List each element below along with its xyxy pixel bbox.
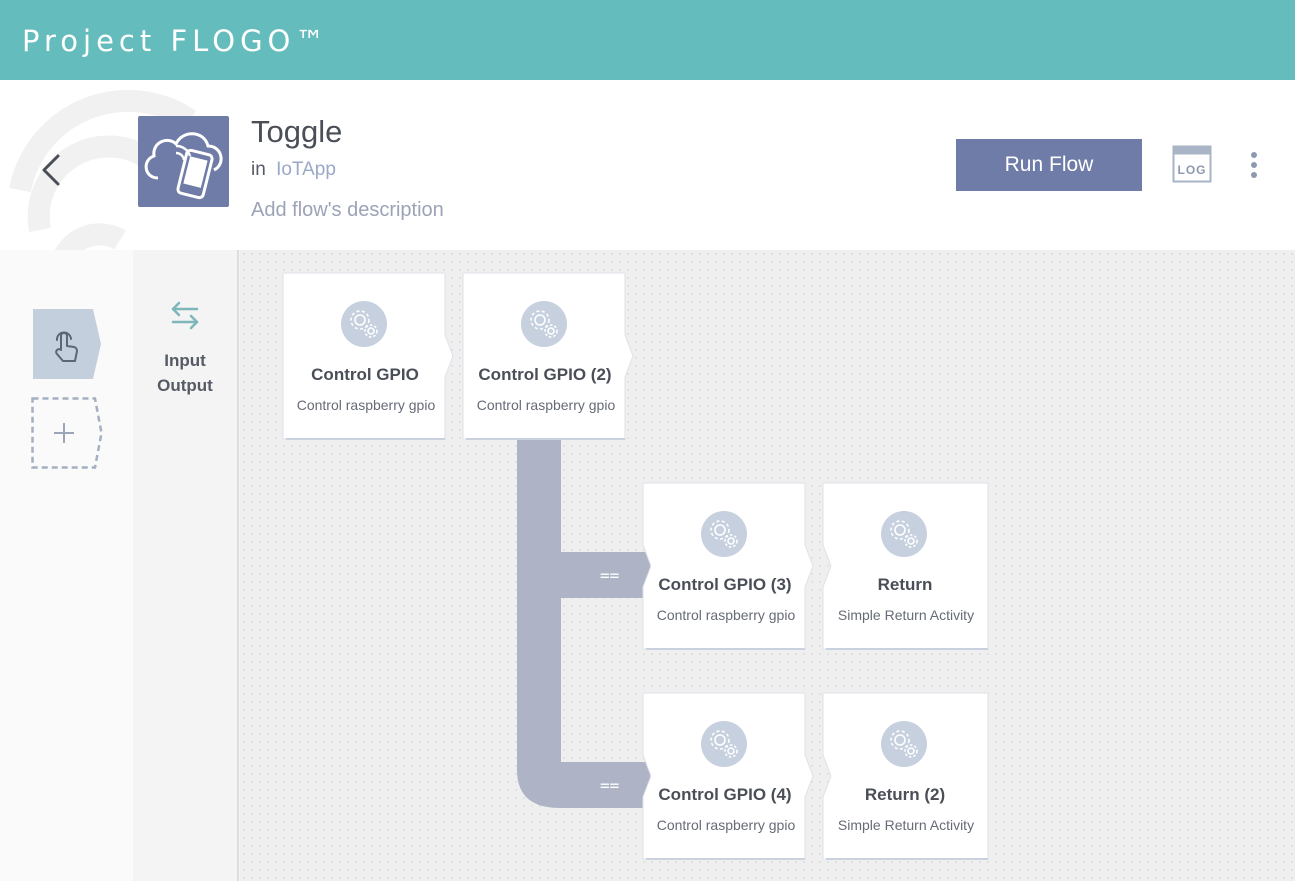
io-divider <box>237 250 239 881</box>
trigger-shape <box>33 309 101 379</box>
swap-arrows-icon <box>171 301 199 330</box>
branch-condition-1[interactable]: == <box>600 566 619 585</box>
task-tile[interactable]: Control GPIO (3) Control raspberry gpio <box>642 482 814 650</box>
task-title: Control GPIO (2) <box>478 365 612 384</box>
log-icon: LOG <box>1172 145 1212 183</box>
more-options-button[interactable] <box>1244 150 1264 180</box>
task-tile[interactable]: Return (2) Simple Return Activity <box>822 692 993 860</box>
back-button[interactable] <box>36 150 66 190</box>
more-vertical-icon <box>1251 152 1257 178</box>
task-tile[interactable]: Control GPIO (2) Control raspberry gpio <box>462 272 634 440</box>
gears-icon <box>701 511 747 557</box>
input-label: Input <box>164 351 206 370</box>
gears-icon <box>341 301 387 347</box>
flow-title[interactable]: Toggle <box>251 114 342 150</box>
task-tile[interactable]: Return Simple Return Activity <box>822 482 993 650</box>
run-flow-button[interactable]: Run Flow <box>956 139 1142 191</box>
flow-description-field[interactable]: Add flow's description <box>251 199 444 222</box>
output-label: Output <box>157 376 213 395</box>
in-label: in <box>251 159 266 180</box>
log-button[interactable]: LOG <box>1172 145 1212 183</box>
gears-icon <box>881 721 927 767</box>
tile-shape <box>642 692 814 860</box>
gears-icon <box>701 721 747 767</box>
task-description: Control raspberry gpio <box>296 397 436 413</box>
task-title: Control GPIO <box>311 365 419 384</box>
task-description: Control raspberry gpio <box>656 607 796 623</box>
tile-shape <box>642 482 814 650</box>
task-title: Return <box>877 575 933 594</box>
task-description: Control raspberry gpio <box>476 397 616 413</box>
task-title: Control GPIO (4) <box>658 785 792 804</box>
flow-icon <box>138 116 229 207</box>
cloud-phone-icon <box>144 132 223 200</box>
brand-logo[interactable]: Project FLOGO™ <box>22 24 329 58</box>
input-output-panel <box>133 250 240 881</box>
tile-shape <box>462 272 634 440</box>
add-trigger-shape <box>31 397 103 469</box>
plus-icon <box>54 423 74 443</box>
trigger-button[interactable] <box>33 309 101 379</box>
branch-condition-2[interactable]: == <box>600 776 619 795</box>
tile-shape <box>822 692 989 860</box>
chevron-left-icon <box>42 154 60 186</box>
tile-shape <box>282 272 454 440</box>
task-description: Control raspberry gpio <box>656 817 796 833</box>
add-trigger-button[interactable] <box>31 397 103 469</box>
task-tile[interactable]: Control GPIO Control raspberry gpio <box>282 272 454 440</box>
input-output-toggle[interactable] <box>167 300 203 330</box>
flow-app-info: in IoTApp <box>251 159 336 181</box>
task-description: Simple Return Activity <box>837 817 975 833</box>
gears-icon <box>881 511 927 557</box>
task-title: Return (2) <box>864 785 946 804</box>
svg-text:LOG: LOG <box>1178 163 1207 177</box>
gears-icon <box>521 301 567 347</box>
input-output-label[interactable]: Input Output <box>138 348 232 398</box>
tile-shape <box>822 482 989 650</box>
task-title: Control GPIO (3) <box>658 575 792 594</box>
top-bar: Project FLOGO™ <box>0 0 1295 80</box>
task-description: Simple Return Activity <box>837 607 975 623</box>
app-link[interactable]: IoTApp <box>276 159 336 180</box>
task-tile[interactable]: Control GPIO (4) Control raspberry gpio <box>642 692 814 860</box>
